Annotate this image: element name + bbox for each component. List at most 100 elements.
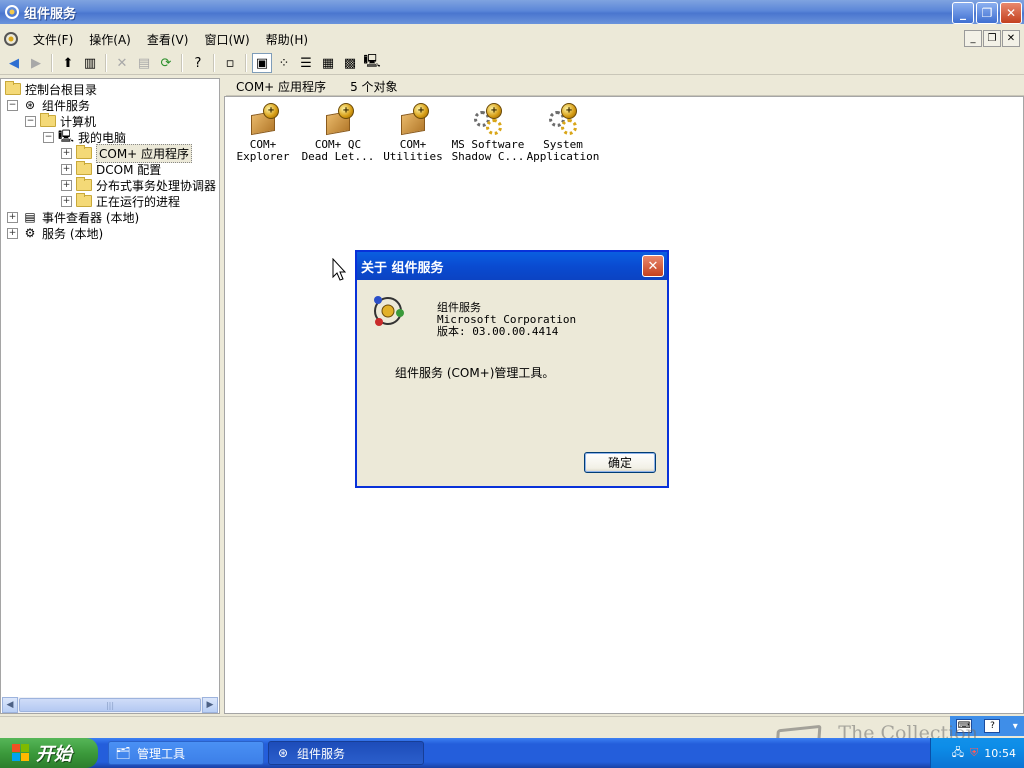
show-hide-tree-icon[interactable]: ▥ [80,53,100,73]
window-title: 组件服务 [24,6,77,22]
toolbar-separator [213,54,215,72]
com-app-item[interactable]: + System Application [525,101,601,163]
properties-icon[interactable]: ▤ [134,53,154,73]
system-tray: 🖧 ⛨ 10:54 [930,738,1024,768]
collapse-icon[interactable]: − [43,131,54,143]
minimize-button[interactable]: _ [952,2,974,24]
large-icons-view-icon[interactable]: ▣ [252,53,272,73]
mdi-restore-button[interactable]: ❐ [983,30,1001,47]
ok-button[interactable]: 确定 [584,452,656,473]
taskbar-button-label: 管理工具 [137,746,186,761]
mdi-minimize-button[interactable]: _ [964,30,982,47]
expand-icon[interactable]: + [61,179,72,191]
tree-item-label: 正在运行的进程 [96,194,181,209]
up-folder-icon[interactable]: ⬆ [58,53,78,73]
version-text: 版本: 03.00.00.4414 [437,325,559,338]
list-view-icon[interactable]: ☰ [296,53,316,73]
help-icon[interactable]: ? [188,53,208,73]
system-menu-icon[interactable] [3,31,19,47]
package-icon: + [322,103,354,136]
services-gear-icon: ⚙ [24,226,36,240]
com-app-item[interactable]: + COM+ Utilities [375,101,451,163]
item-label-line2: Dead Let... [301,150,375,163]
expand-icon[interactable]: + [61,147,72,159]
folder-icon [76,161,92,175]
toolbar-separator [181,54,183,72]
folder-icon [5,81,21,95]
event-viewer-icon: ▤ [24,210,36,224]
tree-item-dtc[interactable]: + 分布式事务处理协调器 [61,177,216,193]
dialog-close-button[interactable]: ✕ [642,255,664,277]
expand-icon[interactable]: + [61,195,72,207]
dialog-titlebar[interactable]: 关于 组件服务 ✕ [357,252,667,280]
taskbar-button-admin-tools[interactable]: 🗂 管理工具 [108,741,264,765]
package-icon: + [397,103,429,136]
restore-button[interactable]: ❐ [976,2,998,24]
dialog-product-info: 组件服务 Microsoft Corporation 版本: 03.00.00.… [437,302,576,338]
admin-tools-icon: 🗂 [115,746,131,760]
delete-icon[interactable]: ✕ [112,53,132,73]
security-shield-icon[interactable]: ⛨ [970,746,978,760]
computer-icon: 🖳 [58,128,75,143]
taskbar-button-component-services[interactable]: ⊛ 组件服务 [268,741,424,765]
expand-icon[interactable]: + [7,211,18,223]
console-tree[interactable]: 控制台根目录 − ⊛ 组件服务 − 计算机 − 🖳 我的电脑 + COM+ 应用… [0,78,220,714]
menu-view[interactable]: 查看(V) [139,31,197,48]
tree-item-com-applications[interactable]: + COM+ 应用程序 [61,143,193,163]
tree-item-component-services[interactable]: − ⊛ 组件服务 [7,97,90,113]
item-label-line2: Utilities [383,150,443,163]
windows-logo-icon [12,744,30,762]
com-app-item[interactable]: + COM+ QC Dead Let... [300,101,376,163]
tree-item-services[interactable]: + ⚙ 服务 (本地) [7,225,103,241]
package-icon: + [247,103,279,136]
menu-help[interactable]: 帮助(H) [258,31,316,48]
gear-package-icon: + [547,103,579,135]
folder-icon [40,113,56,127]
clock[interactable]: 10:54 [984,747,1016,760]
network-icon[interactable]: 🖧 [952,744,964,763]
com-app-item[interactable]: + COM+ Explorer [225,101,301,163]
window-titlebar[interactable]: 组件服务 _ ❐ ✕ [0,0,1024,24]
menu-action[interactable]: 操作(A) [81,31,139,48]
item-label-line2: Shadow C... [451,150,525,163]
scroll-left-icon[interactable]: ◀ [2,697,18,713]
back-icon[interactable]: ◀ [4,53,24,73]
new-window-icon[interactable]: ▫ [220,53,240,73]
tree-item-event-viewer[interactable]: + ▤ 事件查看器 (本地) [7,209,139,225]
tree-item-label: 事件查看器 (本地) [42,210,140,225]
result-pane-header: COM+ 应用程序 5 个对象 [226,78,1024,96]
scroll-right-icon[interactable]: ▶ [202,697,218,713]
small-icons-view-icon[interactable]: ⁘ [274,53,294,73]
toolbar-separator [245,54,247,72]
tree-item-console-root[interactable]: 控制台根目录 [5,81,97,97]
collapse-icon[interactable]: − [25,115,36,127]
refresh-icon[interactable]: ⟳ [156,53,176,73]
detail-view-icon[interactable]: ▦ [318,53,338,73]
component-services-icon: ⊛ [24,98,36,112]
tree-item-running-processes[interactable]: + 正在运行的进程 [61,193,180,209]
menu-window[interactable]: 窗口(W) [196,31,257,48]
dialog-title: 关于 组件服务 [361,260,444,276]
expand-icon[interactable]: + [7,227,18,239]
close-button[interactable]: ✕ [1000,2,1022,24]
collapse-icon[interactable]: − [7,99,18,111]
scroll-thumb[interactable]: ||| [19,698,201,712]
forward-icon[interactable]: ▶ [26,53,46,73]
start-button[interactable]: 开始 [0,738,98,768]
status-view-icon[interactable]: ▩ [340,53,360,73]
tree-item-label: 组件服务 [42,98,91,113]
component-services-logo-icon [374,296,404,326]
menu-file[interactable]: 文件(F) [25,31,81,48]
tree-horizontal-scrollbar[interactable]: ◀ ||| ▶ [2,697,218,713]
menu-bar: 文件(F) 操作(A) 查看(V) 窗口(W) 帮助(H) _ ❐ ✕ [0,28,1024,50]
com-app-item[interactable]: + MS Software Shadow C... [450,101,526,163]
computer-icon[interactable]: 🖳 [362,53,382,73]
tree-item-dcom-config[interactable]: + DCOM 配置 [61,161,161,177]
object-count: 5 个对象 [350,80,398,94]
mdi-close-button[interactable]: ✕ [1002,30,1020,47]
toolbar-separator [105,54,107,72]
folder-icon [76,193,92,207]
gear-package-icon: + [472,103,504,135]
dialog-description: 组件服务 (COM+)管理工具。 [395,366,555,380]
expand-icon[interactable]: + [61,163,72,175]
